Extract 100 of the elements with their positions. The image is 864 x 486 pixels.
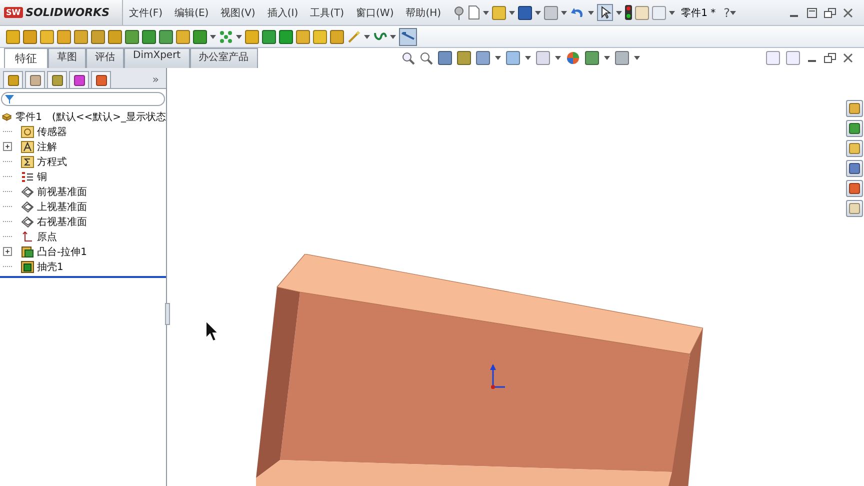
panel-tab-icon[interactable] [69, 71, 89, 88]
traffic-light-icon[interactable] [625, 5, 632, 20]
caret-icon[interactable] [604, 56, 610, 60]
annotation-icon [21, 140, 34, 152]
zoom-icon[interactable] [402, 52, 415, 64]
expand-toggle-icon[interactable] [3, 142, 12, 151]
caret-icon[interactable] [236, 34, 242, 38]
tree-item[interactable]: 凸台-拉伸1 [37, 244, 87, 258]
shell-feature-icon [21, 260, 34, 272]
origin-axes-icon [21, 230, 34, 242]
caret-icon[interactable] [390, 34, 396, 38]
tree-item[interactable]: 右视基准面 [37, 214, 87, 228]
maximize-icon[interactable] [806, 6, 818, 18]
material-list-icon [21, 170, 34, 182]
menu-item[interactable]: 帮助(H) [400, 6, 448, 20]
tool-icon[interactable] [176, 30, 190, 44]
caret-icon[interactable] [634, 56, 640, 60]
sensor-folder-icon [21, 126, 34, 138]
tool-icon[interactable] [91, 30, 105, 44]
tree-item[interactable]: 注解 [37, 140, 57, 154]
caret-icon[interactable] [535, 10, 542, 14]
menu-item[interactable]: 插入(I) [261, 6, 304, 20]
caret-icon[interactable] [730, 10, 736, 14]
panel-tab[interactable]: 草图 [48, 48, 86, 68]
tool-icon[interactable] [296, 30, 310, 44]
expand-toggle-icon[interactable] [3, 247, 12, 256]
tool-icon[interactable] [142, 30, 156, 44]
tool-icon[interactable] [57, 30, 71, 44]
caret-icon[interactable] [509, 10, 516, 14]
pattern-dots-icon[interactable] [219, 30, 233, 44]
menu-item[interactable]: 窗口(W) [350, 6, 400, 20]
tree-item[interactable]: 抽壳1 [37, 260, 64, 274]
panel-tab[interactable]: 评估 [86, 48, 124, 68]
caret-icon[interactable] [495, 56, 501, 60]
filter-field[interactable] [1, 92, 165, 106]
caret-icon[interactable] [525, 56, 531, 60]
tool-icon[interactable] [313, 30, 327, 44]
configuration-label: (默认<<默认>_显示状态 [52, 110, 166, 124]
document-title: 零件1 * [681, 6, 716, 20]
more-button[interactable]: » [152, 73, 159, 86]
tool-icon[interactable] [193, 30, 207, 44]
tree-item[interactable]: 上视基准面 [37, 200, 87, 214]
caret-icon[interactable] [561, 10, 568, 14]
logo-badge: SW [4, 7, 23, 18]
tree-item[interactable]: 原点 [37, 230, 57, 244]
close-icon[interactable] [842, 52, 854, 64]
caret-icon[interactable] [555, 56, 561, 60]
close-icon[interactable] [842, 6, 854, 18]
undo-icon[interactable] [570, 6, 586, 20]
tree-item[interactable]: 方程式 [37, 154, 67, 168]
restore-icon[interactable] [824, 52, 836, 64]
restore-icon[interactable] [824, 6, 836, 18]
plane-icon [21, 200, 34, 212]
tool-icon[interactable] [40, 30, 54, 44]
pin-icon[interactable] [453, 6, 466, 20]
panel-tab-icon[interactable] [3, 71, 23, 88]
panel-splitter-handle[interactable] [165, 303, 170, 325]
caret-icon[interactable] [364, 34, 370, 38]
app-logo: SOLIDWORKS [26, 6, 110, 19]
tree-item[interactable]: 前视基准面 [37, 184, 87, 198]
caret-icon[interactable] [669, 10, 676, 14]
tool-icon[interactable] [6, 30, 20, 44]
tool-icon[interactable] [159, 30, 173, 44]
tool-icon[interactable] [74, 30, 88, 44]
tree-item[interactable]: 零件1 [16, 110, 42, 124]
instant3d-icon[interactable] [399, 28, 417, 46]
mouse-cursor-icon [205, 320, 219, 342]
menu-item[interactable]: 视图(V) [214, 6, 262, 20]
panel-tab[interactable]: DimXpert [124, 48, 190, 68]
sigma-folder-icon [21, 156, 34, 168]
menu-item[interactable]: 编辑(E) [168, 6, 215, 20]
plane-icon [21, 216, 34, 228]
caret-icon[interactable] [210, 34, 216, 38]
new-document-icon[interactable] [468, 5, 480, 20]
caret-icon[interactable] [616, 10, 622, 14]
tool-icon[interactable] [23, 30, 37, 44]
tree-item[interactable]: 铜 [37, 170, 47, 184]
tree-item[interactable]: 传感器 [37, 124, 67, 138]
tool-icon[interactable] [330, 30, 344, 44]
part-icon [2, 110, 12, 122]
extrude-feature-icon [21, 246, 34, 258]
panel-tab-icon[interactable] [25, 71, 45, 88]
panel-tab[interactable]: 办公室产品 [190, 48, 258, 68]
panel-tab-icon[interactable] [47, 71, 67, 88]
caret-icon[interactable] [588, 10, 594, 14]
plane-icon [21, 186, 34, 198]
tool-icon[interactable] [108, 30, 122, 44]
tool-icon[interactable] [245, 30, 259, 44]
menu-item[interactable]: 文件(F) [123, 6, 169, 20]
filter-icon [5, 94, 14, 104]
tool-icon[interactable] [125, 30, 139, 44]
panel-tab[interactable]: 特征 [4, 48, 48, 68]
help-button[interactable]: ? [724, 6, 730, 20]
select-pointer-icon[interactable] [597, 4, 614, 21]
panel-tab-icon[interactable] [91, 71, 111, 88]
zoom-area-icon[interactable] [420, 52, 433, 64]
tool-icon[interactable] [262, 30, 276, 44]
caret-icon[interactable] [483, 10, 490, 14]
tool-icon[interactable] [279, 30, 293, 44]
menu-item[interactable]: 工具(T) [304, 6, 350, 20]
